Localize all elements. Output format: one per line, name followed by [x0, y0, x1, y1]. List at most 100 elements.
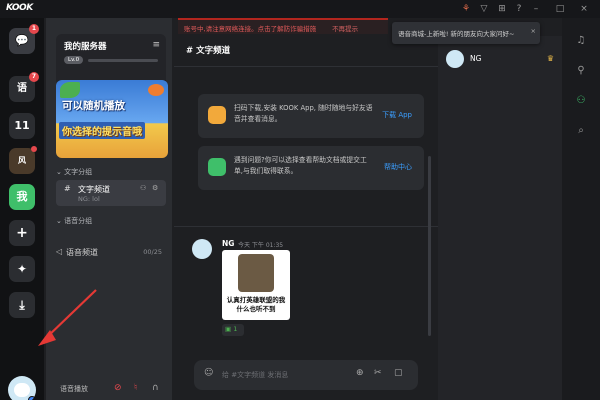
- voice-control-bar: 语音播放 ⊘ ♮ ∩: [46, 380, 172, 400]
- menu-icon[interactable]: ≡: [152, 40, 160, 50]
- headphones-icon[interactable]: ∩: [152, 383, 159, 393]
- unread-badge: 7: [29, 72, 39, 82]
- mic-muted-icon[interactable]: ♮: [134, 383, 137, 393]
- header-divider: [174, 66, 438, 67]
- message-author[interactable]: NG: [222, 239, 234, 248]
- voice-channel-name: 语音频道: [66, 248, 98, 257]
- chat-area: # 文字频道 扫码下载,安装 KOOK App, 随时随地与好友语音并查看消息。…: [174, 36, 438, 400]
- message-author-avatar[interactable]: [192, 239, 212, 259]
- emoji-icon[interactable]: ☺: [204, 368, 213, 378]
- dismiss-warning-link[interactable]: 不再提示: [332, 25, 358, 33]
- message-timestamp: 今天 下午 01:35: [238, 242, 284, 249]
- scrollbar[interactable]: [428, 156, 431, 336]
- member-list: NG ♛: [438, 36, 562, 400]
- status-indicator: [28, 396, 36, 400]
- level-badge: Lv.0: [64, 56, 84, 64]
- members-icon[interactable]: ⚇: [574, 94, 588, 108]
- minimize-icon[interactable]: –: [530, 3, 542, 15]
- shop-tooltip: 语音商城-上新啦! 新的朋友向大家问好~ ×: [392, 22, 540, 44]
- unread-badge: 1: [29, 24, 39, 34]
- banner-title: 可以随机播放: [62, 100, 125, 112]
- direct-messages-button[interactable]: 💬 1: [9, 24, 39, 54]
- chat-bubble-icon: [208, 158, 226, 176]
- download-icon: ⤓: [19, 298, 25, 312]
- category-text[interactable]: ⌄ 文字分组: [56, 167, 92, 177]
- channel-name: 文字频道: [78, 185, 110, 194]
- bell-icon[interactable]: ♫: [574, 34, 588, 48]
- sticker-face: [238, 254, 274, 292]
- voice-user-count: 00/25: [143, 248, 162, 256]
- chevron-down-icon: ⌄: [56, 168, 65, 176]
- server-icon-3[interactable]: 风: [9, 146, 37, 174]
- tooltip-text: 语音商城-上新啦! 新的朋友向大家问好~: [398, 30, 515, 38]
- kook-logo: KOOK: [6, 3, 33, 13]
- plus-icon: +: [16, 225, 28, 241]
- input-placeholder: 给 #文字频道 发消息: [222, 371, 289, 379]
- sparkle-icon: ✦: [16, 262, 28, 276]
- download-button[interactable]: ⤓: [9, 292, 35, 318]
- add-server-button[interactable]: +: [9, 220, 35, 246]
- card-text: 遇到问题?你可以选择查看帮助文档或提交工单,与我们取得联系。: [234, 156, 367, 175]
- security-warning-bar: 账号中,请注意网络连接。点击了解防诈骗措施 不再提示: [178, 18, 388, 34]
- member-avatar[interactable]: [446, 50, 464, 68]
- add-attachment-icon[interactable]: ⊕: [356, 368, 364, 378]
- crown-icon: ♛: [546, 54, 554, 63]
- gift-icon[interactable]: ⚘: [460, 3, 472, 15]
- avatar-face: [14, 383, 30, 397]
- download-app-link[interactable]: 下载 App: [382, 110, 412, 120]
- banner-leaf-decoration: [60, 82, 80, 98]
- right-rail: ♫ ⚲ ⚇ ⌕: [562, 18, 600, 400]
- warning-text: 账号中,请注意网络连接。点击了解防诈骗措施: [184, 25, 317, 33]
- server-header[interactable]: 我的服务器 ≡ Lv.0: [56, 34, 166, 86]
- server-icon-mine[interactable]: 我: [9, 184, 35, 210]
- settings-icon[interactable]: ⚙: [152, 184, 158, 192]
- sticker-caption: 认真打英雄联盟的我 什么也听不到: [226, 296, 286, 313]
- voice-channel-item[interactable]: ◁ 语音频道 00/25: [56, 246, 166, 262]
- text-channel-item[interactable]: # 文字频道 NG: lol ⚇ ⚙: [56, 180, 166, 206]
- server-name: 我的服务器: [64, 42, 107, 52]
- hash-icon: #: [64, 184, 71, 193]
- add-member-icon[interactable]: ⚇: [140, 184, 146, 192]
- image-icon[interactable]: ▢: [394, 368, 403, 378]
- card-text: 扫码下载,安装 KOOK App, 随时随地与好友语音并查看消息。: [234, 104, 373, 123]
- help-icon[interactable]: ?: [513, 3, 525, 15]
- search-icon[interactable]: ⌕: [574, 124, 588, 138]
- discover-button[interactable]: ✦: [9, 256, 35, 282]
- pin-icon[interactable]: ⚲: [574, 64, 588, 78]
- server-icon-2[interactable]: 11: [9, 113, 35, 139]
- close-icon[interactable]: ×: [578, 3, 590, 15]
- close-icon[interactable]: ×: [531, 27, 536, 35]
- shop-icon[interactable]: ⊞: [496, 3, 508, 15]
- voice-status-label: 语音播放: [60, 385, 88, 393]
- help-center-link[interactable]: 帮助中心: [384, 162, 412, 172]
- reaction-emoji-icon: ▣: [225, 325, 234, 333]
- user-avatar[interactable]: [8, 376, 36, 400]
- banner-subtitle: 你选择的提示音哦: [59, 122, 145, 139]
- chevron-down-icon: ⌄: [56, 217, 65, 225]
- reaction-chip[interactable]: ▣ 1: [222, 324, 244, 336]
- level-progress-bar: [88, 59, 158, 62]
- maximize-icon[interactable]: □: [554, 3, 566, 15]
- channel-last-message: NG: lol: [78, 195, 100, 203]
- title-bar: KOOK ⚘ ▽ ⊞ ? – □ ×: [0, 0, 600, 18]
- camera-off-icon[interactable]: ⊘: [114, 383, 122, 393]
- channel-panel: 我的服务器 ≡ Lv.0 可以随机播放 你选择的提示音哦 ⌄ 文字分组 # 文字…: [46, 18, 172, 400]
- member-name[interactable]: NG: [470, 54, 481, 63]
- category-voice[interactable]: ⌄ 语音分组: [56, 216, 92, 226]
- server-banner[interactable]: 可以随机播放 你选择的提示音哦: [56, 80, 168, 158]
- banner-decoration: [148, 84, 164, 96]
- help-center-card: 遇到问题?你可以选择查看帮助文档或提交工单,与我们取得联系。 帮助中心: [198, 146, 424, 190]
- shield-icon[interactable]: ▽: [478, 3, 490, 15]
- speaker-icon: ◁: [56, 247, 63, 256]
- message-input[interactable]: ☺ 给 #文字频道 发消息 ⊕ ✂ ▢: [194, 360, 418, 390]
- channel-title: # 文字频道: [186, 46, 231, 56]
- server-icon-1[interactable]: 语 7: [9, 72, 39, 102]
- phone-icon: [208, 106, 226, 124]
- server-rail: 💬 1 语 7 11 风 我 + ✦ ⤓: [0, 18, 44, 400]
- notification-dot: [31, 146, 37, 152]
- scissors-icon[interactable]: ✂: [374, 368, 382, 378]
- sticker-image[interactable]: 认真打英雄联盟的我 什么也听不到: [222, 250, 290, 320]
- reaction-count: 1: [233, 325, 238, 333]
- message-divider: [174, 226, 438, 227]
- download-app-card: 扫码下载,安装 KOOK App, 随时随地与好友语音并查看消息。 下载 App: [198, 94, 424, 138]
